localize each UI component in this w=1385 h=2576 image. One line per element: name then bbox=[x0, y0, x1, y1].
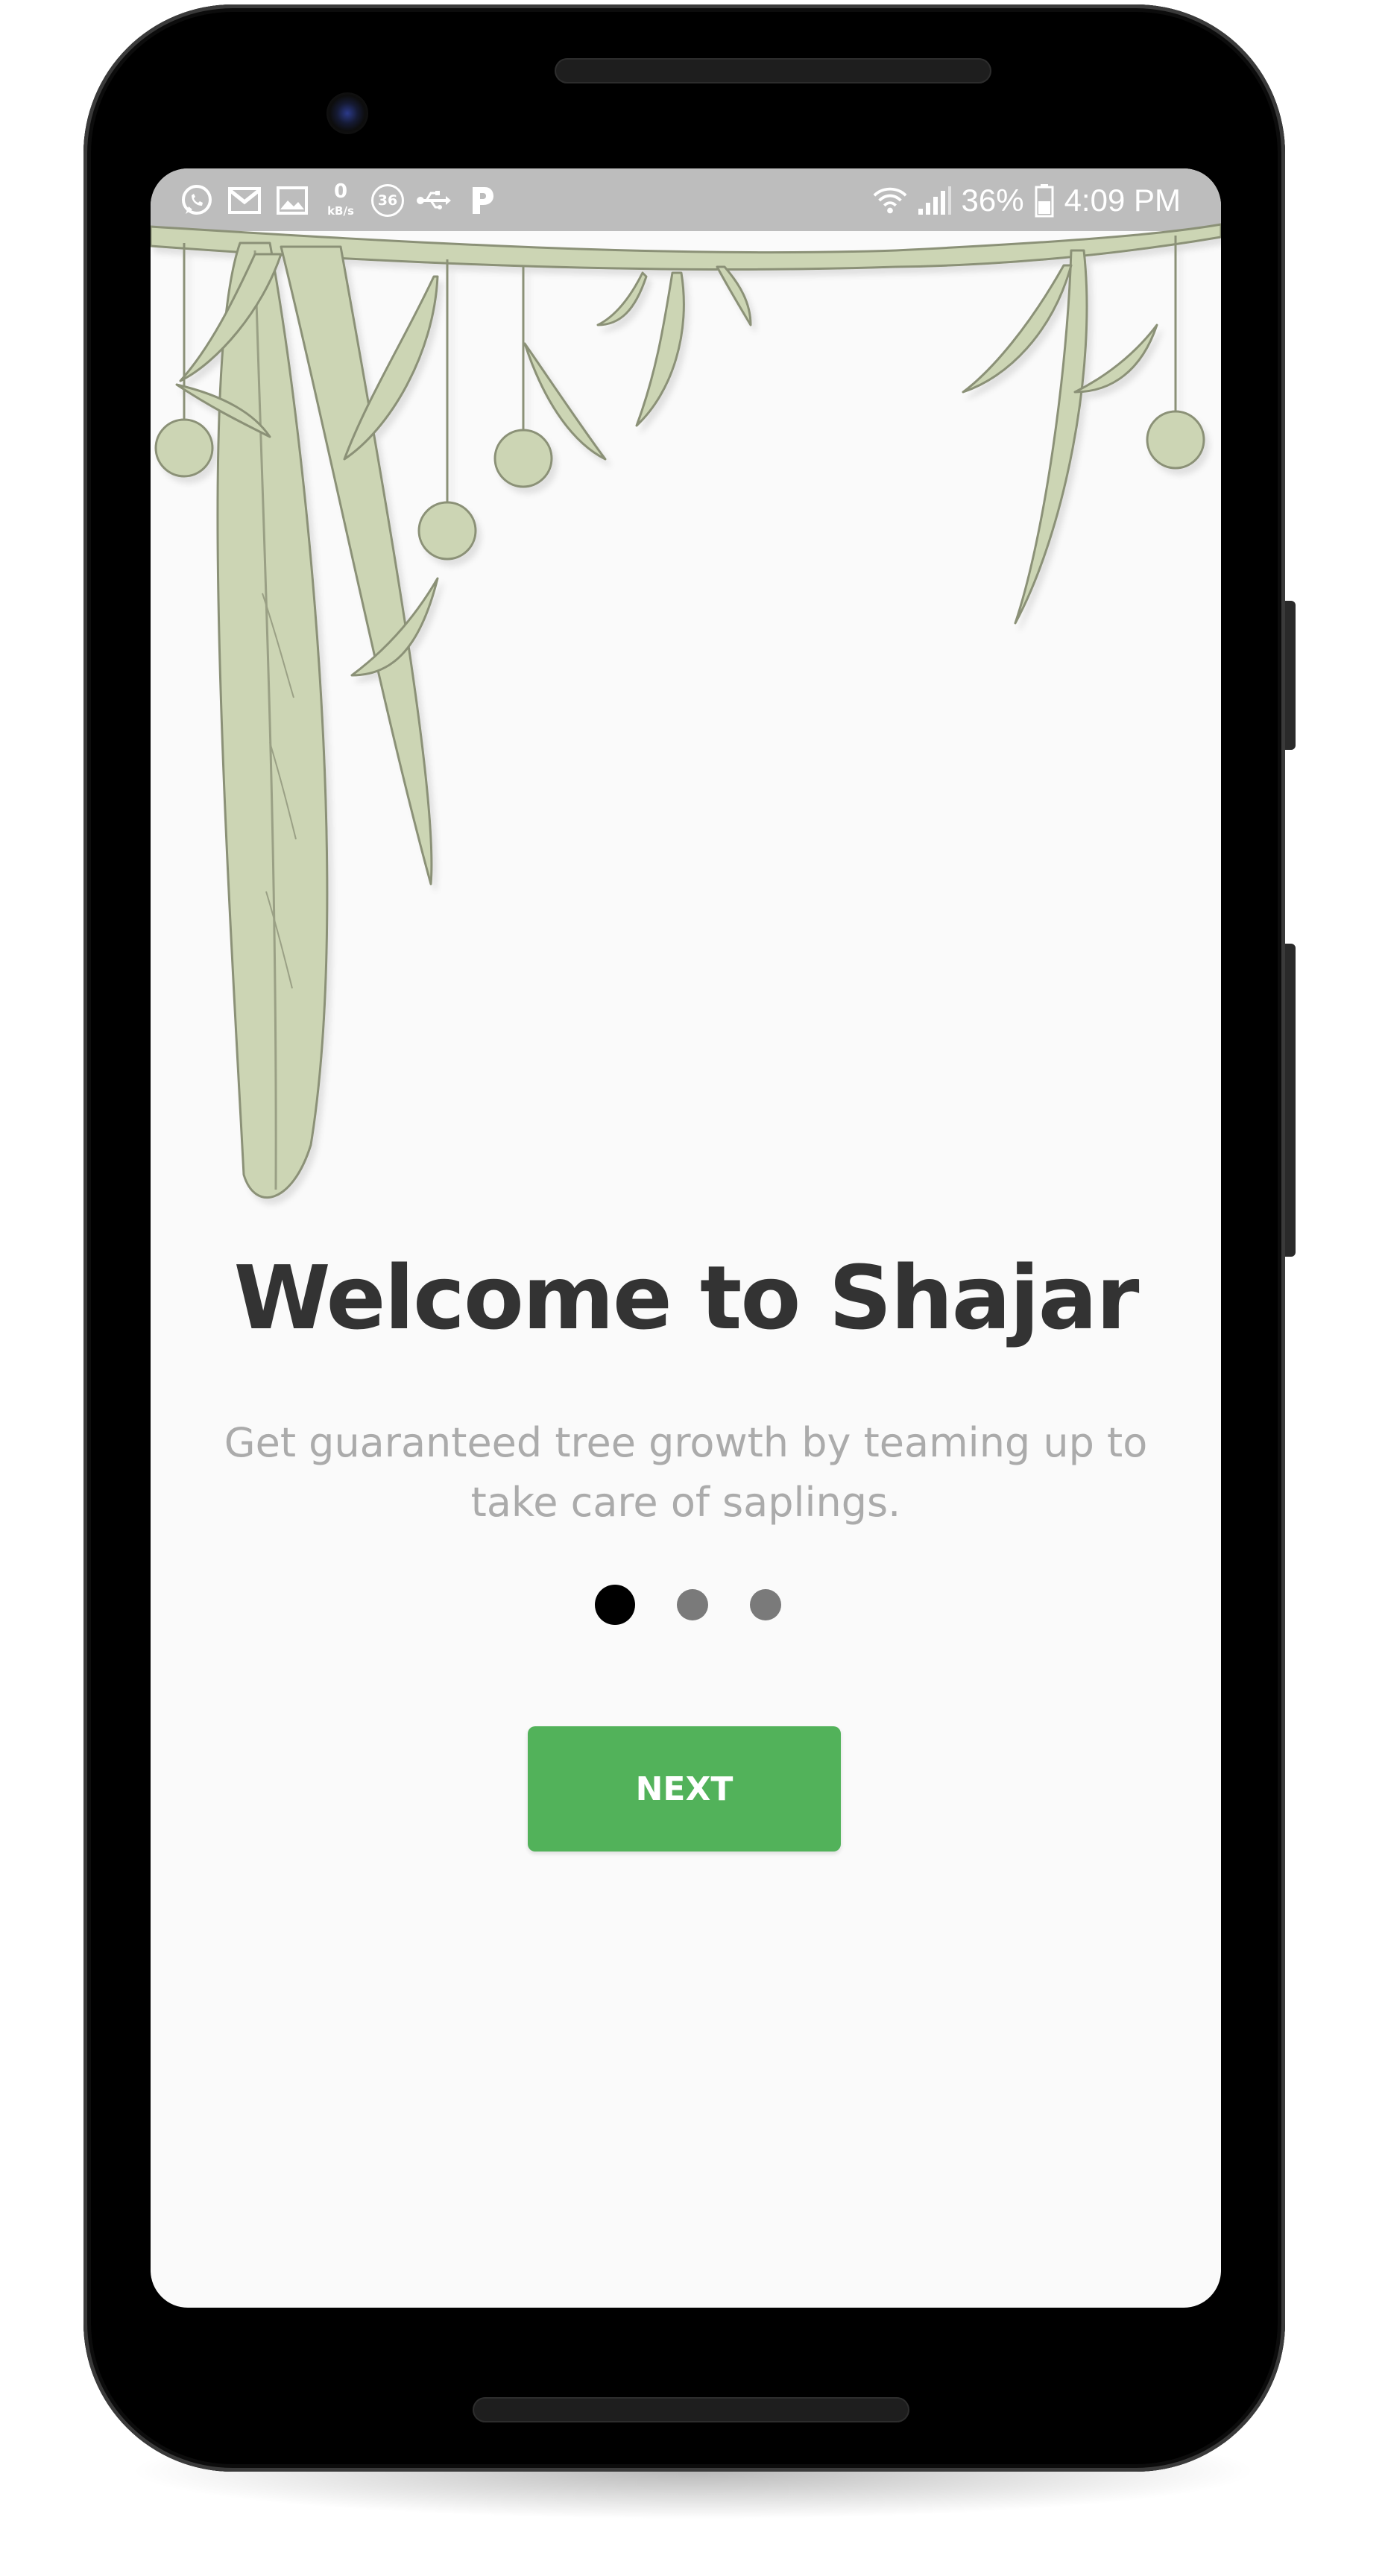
battery-icon bbox=[1033, 183, 1056, 218]
usb-icon bbox=[416, 183, 452, 218]
onboarding-subtitle: Get guaranteed tree growth by teaming up… bbox=[224, 1419, 1148, 1526]
volume-button bbox=[1285, 601, 1296, 750]
gmail-icon bbox=[227, 183, 262, 218]
status-bar-right: 36% 4:09 PM bbox=[872, 182, 1181, 219]
next-button[interactable]: NEXT bbox=[528, 1726, 841, 1852]
gallery-icon bbox=[274, 183, 310, 218]
paytm-icon bbox=[464, 183, 499, 218]
front-camera bbox=[326, 92, 368, 134]
net-speed-indicator: 0 kB/s bbox=[322, 180, 359, 219]
wifi-icon bbox=[872, 183, 908, 218]
net-speed-value: 0 bbox=[333, 180, 348, 203]
page-indicator bbox=[151, 1585, 1221, 1629]
clock-time: 4:09 PM bbox=[1064, 183, 1181, 218]
status-bar-left: 0 kB/s 36 bbox=[179, 180, 499, 219]
net-speed-unit: kB/s bbox=[327, 204, 354, 218]
signal-icon bbox=[917, 183, 953, 218]
top-speaker bbox=[555, 58, 991, 83]
hanging-leaves-illustration bbox=[151, 223, 1221, 1199]
notification-badge-text: 36 bbox=[377, 192, 398, 209]
battery-percent: 36% bbox=[961, 183, 1024, 218]
app-screen: 0 kB/s 36 36% 4:09 PM Welcome to Shajar … bbox=[151, 168, 1221, 2308]
page-dot[interactable] bbox=[750, 1589, 781, 1620]
whatsapp-icon bbox=[179, 183, 215, 218]
onboarding-title: Welcome to Shajar bbox=[233, 1246, 1140, 1349]
badge-36-icon: 36 bbox=[371, 184, 404, 217]
power-button bbox=[1285, 944, 1296, 1257]
page-dot-active[interactable] bbox=[595, 1585, 635, 1625]
bottom-speaker bbox=[473, 2397, 909, 2422]
page-dot[interactable] bbox=[677, 1589, 708, 1620]
